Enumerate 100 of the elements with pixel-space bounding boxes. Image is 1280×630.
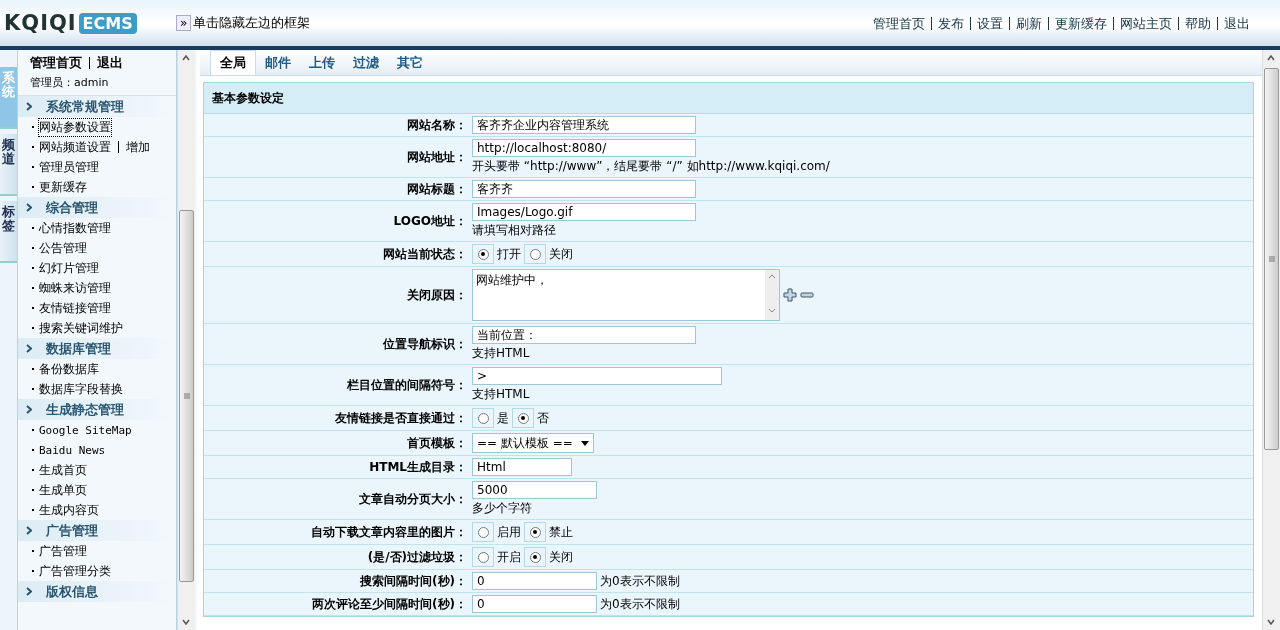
text-area[interactable]: 网站维护中， [472, 269, 780, 321]
input-field[interactable]: 0 [472, 572, 597, 590]
plus-icon[interactable] [783, 288, 797, 302]
field-label: (是/否)过滤垃圾： [366, 548, 468, 566]
field-label: HTML生成目录： [368, 458, 468, 476]
sidebar-item[interactable]: 广告管理 [39, 542, 87, 560]
radio-label: 否 [537, 409, 549, 427]
nav-link[interactable]: 设置 [970, 16, 1009, 30]
hint-text: 请填写相对路径 [472, 222, 556, 239]
radio-button[interactable] [477, 412, 489, 424]
chevron-icon [26, 344, 32, 353]
expand-button[interactable]: » [176, 15, 192, 31]
radio-label: 打开 [497, 245, 521, 263]
sidebar-link[interactable]: 增加 [118, 141, 150, 153]
scrollbar[interactable] [1262, 50, 1280, 630]
sidebar-item[interactable]: 幻灯片管理 [39, 259, 99, 277]
input-field[interactable]: 5000 [472, 481, 597, 499]
sidebar-item[interactable]: 生成单页 [39, 481, 87, 499]
panel-title: 基本参数设定 [204, 83, 1253, 114]
hint-text: 支持HTML [472, 386, 530, 403]
tab[interactable]: 上传 [300, 51, 344, 75]
chevron-icon [26, 203, 32, 212]
input-field[interactable]: http://localhost:8080/ [472, 139, 696, 157]
input-field[interactable]: 0 [472, 595, 597, 613]
nav-link[interactable]: 发布 [931, 16, 970, 30]
arrow-down-icon[interactable] [1266, 618, 1276, 626]
radio-label: 禁止 [549, 523, 573, 541]
nav-link[interactable]: 刷新 [1009, 16, 1048, 30]
sidebar-item[interactable]: 数据库字段替换 [39, 380, 123, 398]
tab[interactable]: 全局 [210, 50, 256, 75]
sidebar-item[interactable]: 网站频道设置 [39, 138, 111, 156]
sidebar-item[interactable]: 广告管理分类 [39, 562, 111, 580]
radio-label: 关闭 [549, 548, 573, 566]
field-label: 网站当前状态： [382, 245, 468, 263]
field-label: 栏目位置的间隔符号： [346, 376, 468, 394]
hint-text: 多少个字符 [472, 500, 532, 517]
grip-icon [1267, 255, 1276, 263]
field-label: 两次评论至少间隔时间(秒)： [311, 595, 468, 613]
sidebar-item[interactable]: 蜘蛛来访管理 [39, 279, 111, 297]
chevron-icon [26, 405, 32, 414]
hint-text: 为0表示不限制 [600, 595, 680, 613]
field-label: 位置导航标识： [382, 335, 468, 353]
hint-text: 支持HTML [472, 345, 530, 362]
scrollbar[interactable] [177, 50, 195, 630]
nav-link[interactable]: 退出 [1217, 16, 1256, 30]
template-select[interactable]: == 默认模板 == [472, 433, 594, 453]
chevron-icon [26, 102, 32, 111]
field-label: 文章自动分页大小： [358, 490, 468, 508]
toggle-link[interactable]: 单击隐藏左边的框架 [193, 14, 311, 32]
sidebar-item[interactable]: 管理员管理 [39, 158, 99, 176]
tab[interactable]: 过滤 [344, 51, 388, 75]
radio-label: 开启 [497, 548, 521, 566]
radio-button[interactable] [529, 248, 541, 260]
dropdown-arrow-icon[interactable] [580, 440, 589, 446]
nav-link[interactable]: 帮助 [1178, 16, 1217, 30]
hint-text: 为0表示不限制 [600, 572, 680, 590]
sidebar-item[interactable]: Google SiteMap [39, 423, 132, 437]
radio-button[interactable] [477, 551, 489, 563]
radio-button[interactable] [477, 248, 489, 260]
input-field[interactable]: 客齐齐企业内容管理系统 [472, 116, 696, 134]
chevron-icon [26, 526, 32, 535]
input-field[interactable]: > [472, 367, 722, 385]
radio-label: 是 [497, 409, 509, 427]
sidebar-item[interactable]: 心情指数管理 [39, 219, 111, 237]
field-label: 自动下载文章内容里的图片： [310, 523, 468, 541]
nav-link[interactable]: 网站主页 [1113, 16, 1178, 30]
radio-button[interactable] [477, 526, 489, 538]
sidebar-link[interactable]: 退出 [89, 57, 130, 69]
radio-button[interactable] [517, 412, 529, 424]
sidebar-item[interactable]: 生成内容页 [39, 501, 99, 519]
arrow-up-icon[interactable] [1266, 54, 1276, 62]
field-label: LOGO地址： [392, 212, 468, 230]
radio-button[interactable] [529, 551, 541, 563]
tab[interactable]: 其它 [388, 51, 432, 75]
radio-label: 启用 [497, 523, 521, 541]
arrow-up-icon[interactable] [181, 54, 191, 62]
field-label: 友情链接是否直接通过： [334, 409, 468, 427]
sidebar-item[interactable]: 公告管理 [39, 239, 87, 257]
sidebar-item[interactable]: 友情链接管理 [39, 299, 111, 317]
sidebar-item[interactable]: Baidu News [39, 443, 106, 457]
input-field[interactable]: 当前位置： [472, 326, 696, 344]
field-label: 网站名称： [406, 116, 468, 134]
input-field[interactable]: Html [472, 458, 572, 476]
sidebar-item[interactable]: 网站参数设置 [39, 118, 111, 136]
side-tab[interactable]: 标签 [0, 201, 17, 263]
sidebar-item[interactable]: 更新缓存 [39, 178, 87, 196]
field-label: 网站标题： [406, 180, 468, 198]
arrow-down-icon[interactable] [181, 618, 191, 626]
radio-button[interactable] [529, 526, 541, 538]
sidebar-item[interactable]: 生成首页 [39, 461, 87, 479]
nav-link[interactable]: 更新缓存 [1048, 16, 1113, 30]
input-field[interactable]: 客齐齐 [472, 180, 696, 198]
sidebar-item[interactable]: 备份数据库 [39, 360, 99, 378]
tab[interactable]: 邮件 [256, 51, 300, 75]
nav-link[interactable]: 管理首页 [867, 16, 931, 30]
input-field[interactable]: Images/Logo.gif [472, 203, 696, 221]
side-tab[interactable]: 频道 [0, 134, 17, 196]
grip-icon [182, 392, 191, 400]
sidebar-item[interactable]: 搜索关键词维护 [39, 319, 123, 337]
sidebar-link[interactable]: 管理首页 [30, 54, 89, 72]
